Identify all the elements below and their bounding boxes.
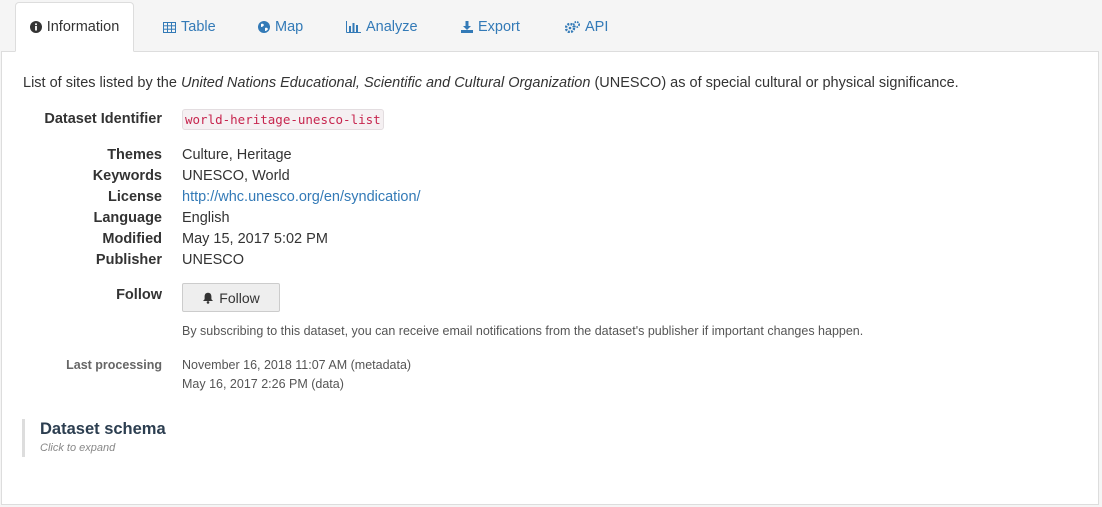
description-suffix: (UNESCO) as of special cultural or physi… — [590, 75, 959, 91]
tab-label: Information — [46, 19, 120, 35]
dataset-description: List of sites listed by the United Natio… — [23, 75, 959, 91]
tab-bar: Information Table Map Analyze Export API — [0, 0, 1102, 52]
follow-button[interactable]: Follow — [182, 283, 280, 312]
tab-api[interactable]: API — [565, 2, 608, 52]
description-org: United Nations Educational, Scientific a… — [180, 75, 591, 91]
identifier-value: world-heritage-unesco-list — [182, 109, 384, 130]
keywords-value: UNESCO, World — [182, 168, 290, 184]
tab-label: Analyze — [366, 19, 418, 35]
themes-label: Themes — [107, 147, 162, 163]
tab-label: Export — [478, 19, 520, 35]
download-icon — [461, 21, 473, 33]
publisher-value: UNESCO — [182, 252, 245, 268]
globe-icon — [258, 21, 270, 33]
info-circle-icon — [29, 21, 42, 33]
language-label: Language — [93, 210, 162, 226]
keywords-label: Keywords — [92, 168, 162, 184]
modified-label: Modified — [102, 231, 162, 247]
tab-label: API — [585, 19, 609, 35]
license-link[interactable]: http://whc.unesco.org/en/syndication/ — [182, 189, 421, 205]
bar-chart-icon — [346, 21, 361, 33]
dataset-page: Information Table Map Analyze Export API… — [0, 0, 1102, 507]
modified-value: May 15, 2017 5:02 PM — [182, 231, 328, 247]
last-processing-label: Last processing — [66, 358, 162, 372]
description-prefix: List of sites listed by the — [23, 75, 181, 91]
table-icon — [163, 21, 176, 33]
tab-analyze[interactable]: Analyze — [346, 2, 418, 52]
tab-table[interactable]: Table — [163, 2, 216, 52]
dataset-schema-title: Dataset schema — [40, 420, 166, 438]
processing-data: May 16, 2017 2:26 PM (data) — [182, 377, 344, 391]
information-panel: List of sites listed by the United Natio… — [1, 51, 1099, 505]
identifier-label: Dataset Identifier — [44, 111, 162, 127]
tab-information[interactable]: Information — [15, 2, 134, 52]
license-label: License — [108, 189, 162, 205]
publisher-label: Publisher — [95, 252, 162, 268]
gears-icon — [565, 21, 580, 33]
follow-label: Follow — [116, 287, 162, 303]
follow-note: By subscribing to this dataset, you can … — [182, 324, 864, 338]
follow-button-label: Follow — [219, 289, 260, 306]
themes-value: Culture, Heritage — [182, 147, 292, 163]
language-value: English — [182, 210, 230, 226]
tab-export[interactable]: Export — [461, 2, 520, 52]
dataset-schema-toggle[interactable]: Dataset schema Click to expand — [22, 419, 325, 457]
bell-icon — [202, 292, 214, 304]
dataset-schema-hint: Click to expand — [40, 442, 116, 454]
tab-label: Table — [181, 19, 216, 35]
processing-metadata: November 16, 2018 11:07 AM (metadata) — [182, 358, 412, 372]
tab-label: Map — [275, 19, 304, 35]
tab-map[interactable]: Map — [258, 2, 303, 52]
